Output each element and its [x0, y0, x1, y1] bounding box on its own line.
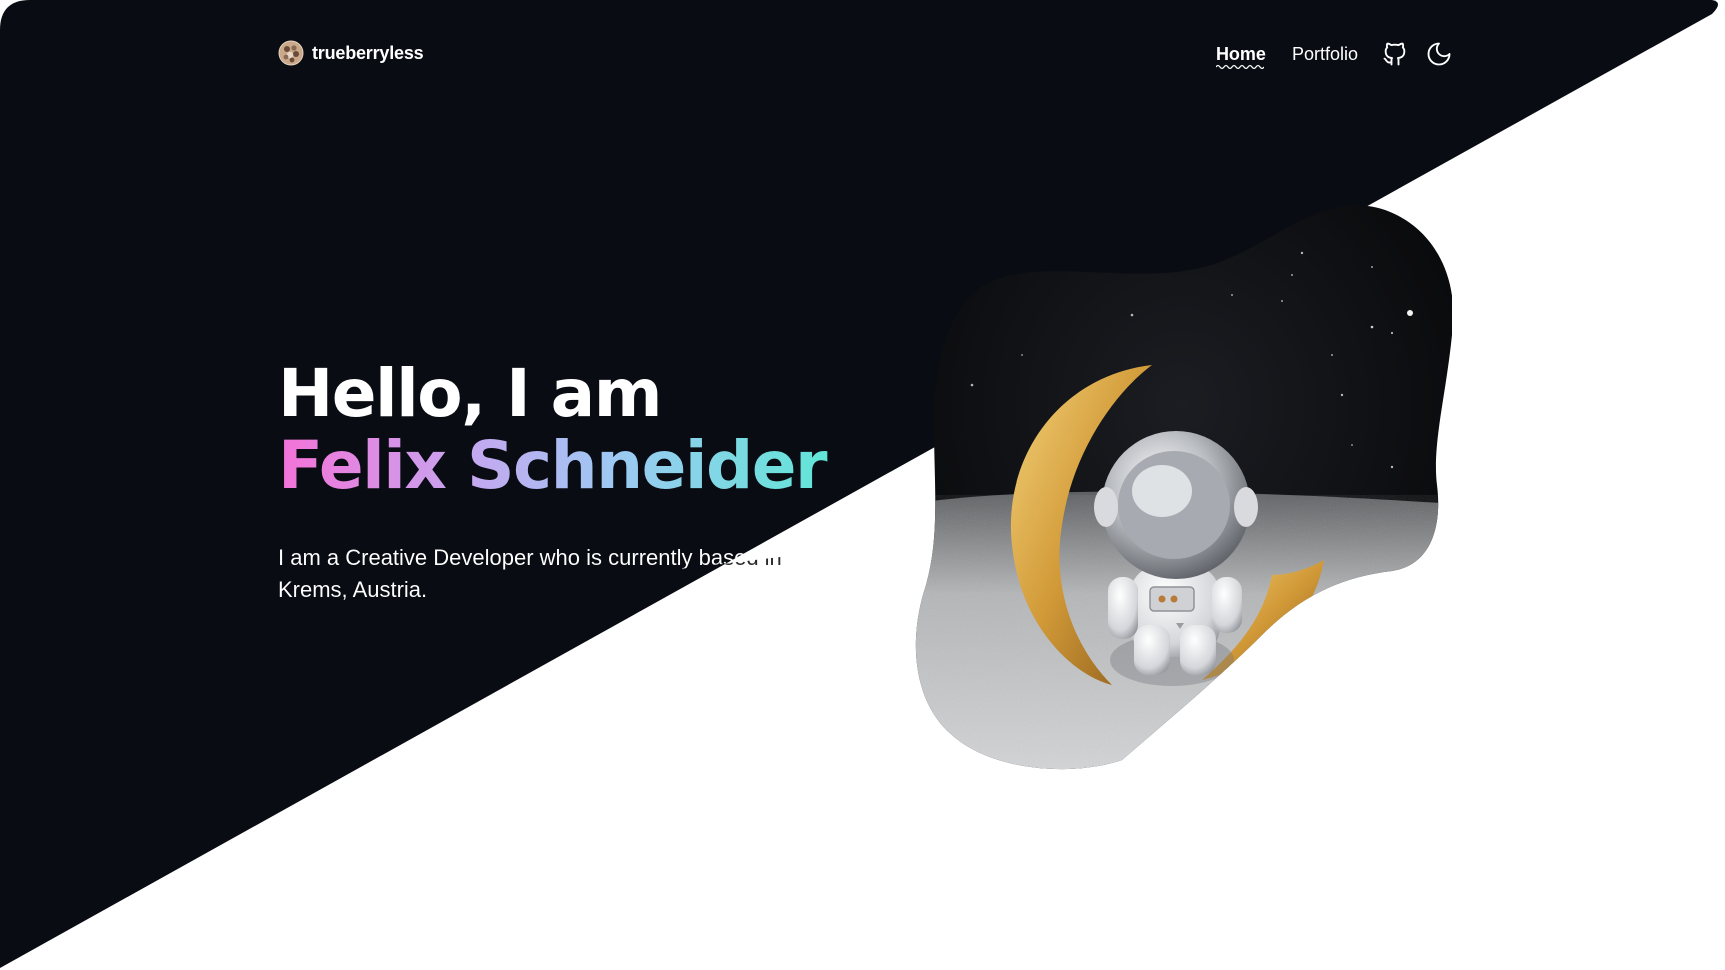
hero-heading: Hello, I am Felix Schneider [278, 358, 838, 502]
hero-name: Felix Schneider [278, 430, 838, 502]
hero-greeting: Hello, I am [278, 355, 662, 432]
nav-portfolio-label: Portfolio [1291, 44, 1358, 64]
diagonal-dark-background [0, 0, 1725, 970]
moon-icon [1427, 42, 1451, 66]
theme-toggle-button[interactable] [1419, 36, 1459, 72]
github-icon [1383, 42, 1406, 66]
nav-portfolio-link[interactable]: Portfolio [1279, 36, 1371, 72]
active-underline [1215, 64, 1264, 70]
main-nav: Home Portfolio [1203, 36, 1459, 72]
nav-home-label: Home [1215, 44, 1266, 64]
brand-name: trueberryless [312, 42, 424, 63]
astronaut-moon-illustration [915, 205, 1452, 770]
nav-home-link[interactable]: Home [1203, 36, 1279, 72]
berry-logo-icon [278, 40, 304, 66]
page: trueberryless Home Portfolio Hello, I am… [0, 0, 1725, 970]
hero-description: I am a Creative Developer who is current… [278, 542, 818, 606]
brand-home-link[interactable]: trueberryless [278, 40, 424, 66]
site-header: trueberryless Home Portfolio [0, 0, 1725, 110]
github-link[interactable] [1375, 36, 1415, 72]
hero-image [912, 205, 1452, 775]
